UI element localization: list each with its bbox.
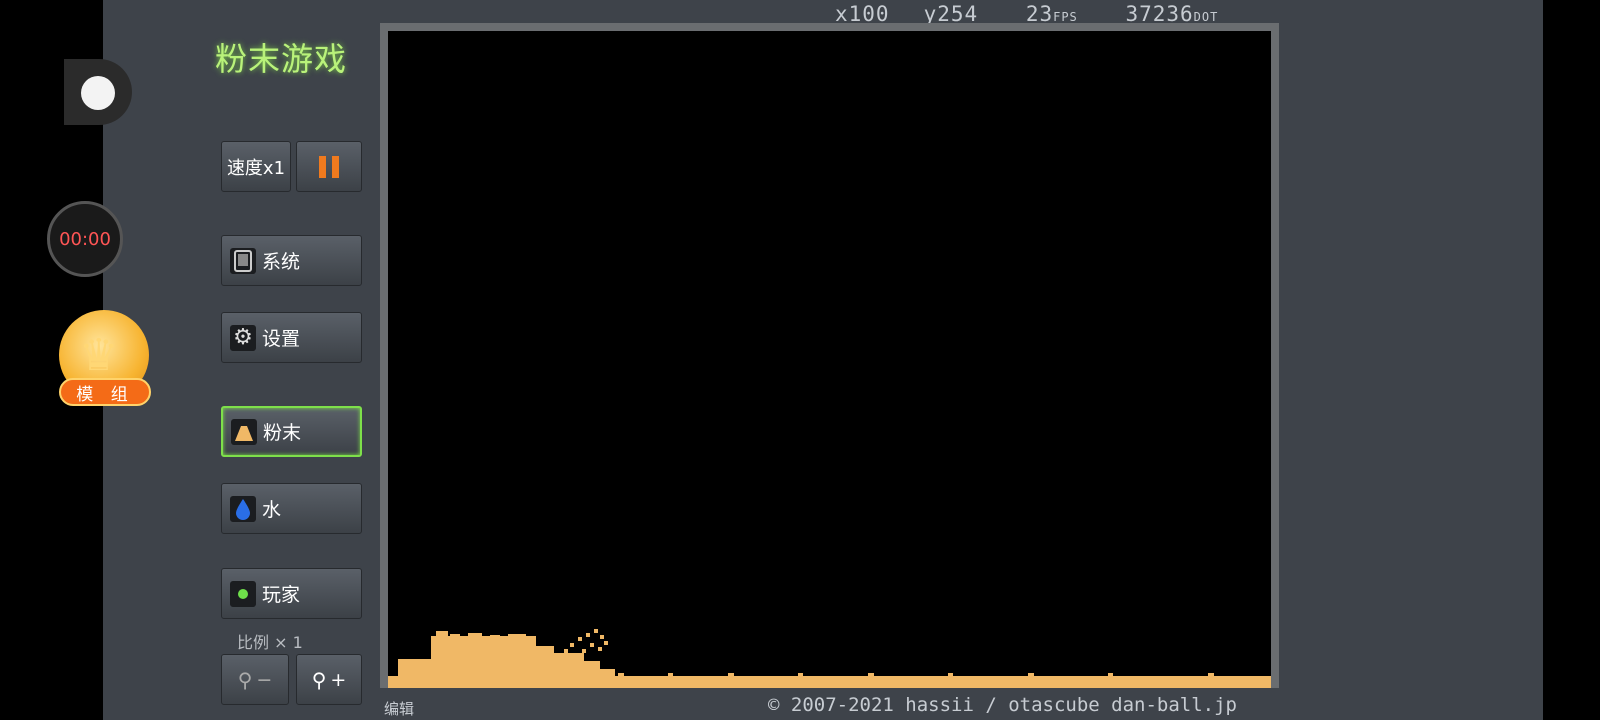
copyright-text: © 2007-2021 hassii / otascube dan-ball.j… <box>768 694 1237 716</box>
dot-unit: DOT <box>1193 10 1219 24</box>
crown-icon: ♛ <box>79 330 119 381</box>
gear-icon: ⚙ <box>230 324 256 351</box>
scale-label: 比例 × 1 <box>237 633 303 652</box>
speed-label: 速度x1 <box>226 157 286 179</box>
player-label: 玩家 <box>262 584 301 606</box>
mod-badge[interactable]: ♛ 模 组 <box>57 310 151 406</box>
toggle-knob[interactable] <box>81 76 115 110</box>
water-label: 水 <box>262 499 282 521</box>
powder-pile-icon <box>231 418 257 445</box>
pause-button[interactable] <box>296 141 362 192</box>
sandbox-canvas[interactable] <box>388 31 1271 688</box>
player-button[interactable]: 玩家 <box>221 568 362 619</box>
zoom-out-label: − <box>256 668 273 691</box>
fps-unit: FPS <box>1053 10 1078 24</box>
timer-text: 00:00 <box>59 228 111 250</box>
player-dot-icon <box>230 580 256 607</box>
game-title: 粉末游戏 <box>215 40 348 78</box>
magnifier-minus-icon: ⚲ <box>237 667 253 692</box>
mod-badge-label: 模 组 <box>59 378 151 406</box>
settings-label: 设置 <box>262 328 301 350</box>
tablet-icon <box>230 247 256 274</box>
record-timer[interactable]: 00:00 <box>47 201 123 277</box>
system-label: 系统 <box>262 251 301 273</box>
magnifier-plus-icon: ⚲ <box>311 667 327 692</box>
zoom-in-button[interactable]: ⚲ + <box>296 654 362 705</box>
edit-label[interactable]: 编辑 <box>384 698 414 719</box>
zoom-out-button[interactable]: ⚲ − <box>221 654 289 705</box>
speed-button[interactable]: 速度x1 <box>221 141 291 192</box>
pause-icon <box>319 155 339 178</box>
powder-terrain <box>388 629 1271 688</box>
settings-button[interactable]: ⚙ 设置 <box>221 312 362 363</box>
water-button[interactable]: 水 <box>221 483 362 534</box>
powder-label: 粉末 <box>263 422 302 444</box>
zoom-in-label: + <box>330 668 347 691</box>
floating-toggle[interactable] <box>64 59 132 125</box>
system-button[interactable]: 系统 <box>221 235 362 286</box>
sandbox-frame <box>380 23 1279 688</box>
water-drop-icon <box>230 495 256 522</box>
powder-button[interactable]: 粉末 <box>221 406 362 457</box>
